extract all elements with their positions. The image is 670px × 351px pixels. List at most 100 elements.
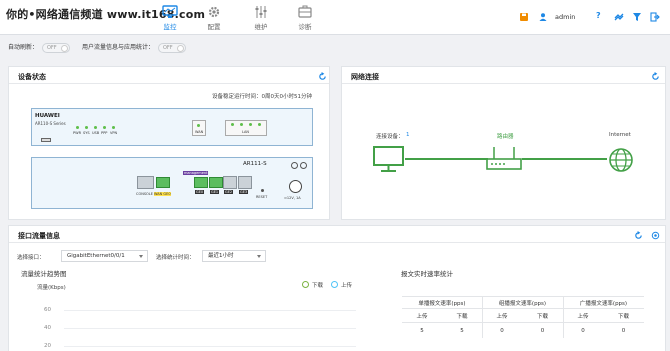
model-label: AR111-S	[243, 161, 267, 167]
router-label: 路由器	[497, 134, 514, 140]
led-usb	[94, 126, 97, 129]
led-pwr	[76, 126, 79, 129]
legend-download-marker[interactable]	[302, 281, 309, 288]
ge2-port-label: GE2	[224, 190, 234, 194]
network-connection-panel: 网络连接 连接设备： 1 路由器 Internet	[341, 66, 666, 220]
ge0-port[interactable]	[194, 177, 208, 188]
multicast-up-value: 0	[500, 328, 504, 334]
ytick-20: 20	[44, 343, 51, 349]
uptime-text: 设备稳定运行时间：0周0天0小时51分钟	[212, 94, 312, 100]
ge3-port[interactable]	[238, 176, 252, 189]
refresh-settings-icon[interactable]	[614, 12, 624, 22]
broadcast-up-value: 0	[581, 328, 585, 334]
realtime-divider	[402, 322, 644, 323]
ge1-port[interactable]	[209, 177, 223, 188]
led-lan-0	[231, 123, 234, 126]
connected-devices-label: 连接设备：	[376, 134, 404, 140]
interface-traffic-panel: 接口流量信息 选择接口： GigabitEthernet0/0/1 选择统计时间…	[8, 225, 666, 351]
tab-config-label: 配置	[207, 23, 221, 31]
globe-icon[interactable]	[607, 146, 635, 174]
help-icon[interactable]: ?	[596, 11, 601, 20]
device-status-panel: 设备状态 设备稳定运行时间：0周0天0小时51分钟 HUAWEI AR110-S…	[8, 66, 330, 220]
broadcast-header: 广播报文速率(pps)	[579, 301, 628, 307]
sliders-icon	[255, 6, 267, 18]
user-icon	[539, 13, 547, 21]
computer-icon[interactable]	[372, 145, 405, 173]
auto-refresh-label: 自动刷新：	[8, 44, 39, 51]
ground-screw-1	[291, 162, 298, 169]
ytick-40: 40	[44, 325, 51, 331]
traffic-stats-toggle[interactable]: OFF	[158, 43, 186, 53]
router-icon[interactable]	[486, 145, 522, 173]
wan-led-label: WAN	[195, 130, 204, 134]
power-label: ≈12V, 1A	[284, 196, 301, 200]
console-port-label: CONSOLE	[136, 192, 153, 196]
multicast-down-value: 0	[540, 328, 545, 334]
toolbox-icon	[298, 5, 312, 18]
legend-upload-label[interactable]: 上传	[341, 281, 352, 289]
refresh-icon[interactable]	[318, 72, 327, 81]
logout-icon[interactable]	[650, 12, 660, 22]
auto-refresh-toggle[interactable]: OFF	[42, 43, 70, 53]
realtime-divider	[402, 296, 644, 297]
led-wan	[197, 124, 200, 127]
gear-icon	[208, 6, 220, 18]
ge0-port-label: GE0	[195, 190, 205, 194]
tab-diagnose-label: 诊断	[298, 23, 312, 31]
broadcast-down-header: 下载	[617, 314, 629, 320]
led-ppp	[103, 126, 106, 129]
iface-select-label: 选择接口：	[17, 255, 45, 261]
realtime-divider	[402, 308, 644, 309]
gridline	[64, 310, 356, 311]
led-vpn	[112, 126, 115, 129]
ge2-port[interactable]	[223, 176, 237, 189]
refresh-icon[interactable]	[634, 231, 643, 240]
tab-monitor[interactable]: 监控	[145, 0, 195, 35]
interface-traffic-title: 接口流量信息	[18, 232, 60, 240]
period-select[interactable]: 最近1小时	[202, 250, 266, 262]
chart-ylabel: 流量(Kbps)	[37, 285, 66, 291]
username[interactable]: admin	[555, 13, 575, 21]
chevron-down-icon	[257, 255, 261, 258]
iface-select-value: GigabitEthernet0/0/1	[67, 253, 125, 259]
management-label: management	[183, 171, 209, 175]
connected-devices-count[interactable]: 1	[406, 132, 410, 138]
monitor-icon	[162, 5, 178, 18]
multicast-down-header: 下载	[536, 314, 548, 320]
settings-icon[interactable]	[651, 231, 660, 240]
traffic-stats-label: 用户流量信息与应用统计：	[82, 44, 155, 51]
refresh-icon[interactable]	[651, 72, 660, 81]
unicast-down-value: 5	[460, 328, 464, 334]
router-rear-panel: AR111-S management CONSOLE WAN GE0 GE0 G…	[31, 157, 313, 209]
tab-monitor-label: 监控	[163, 23, 177, 31]
reset-hole	[261, 189, 264, 192]
wan-ge0-port[interactable]	[156, 177, 170, 188]
iface-select[interactable]: GigabitEthernet0/0/1	[61, 250, 148, 262]
series-label: AR110-S Series	[35, 121, 66, 126]
led-label-ppp: PPP	[101, 131, 108, 135]
legend-download-label[interactable]: 下载	[312, 281, 323, 289]
usb-port	[41, 138, 51, 142]
multicast-up-header: 上传	[496, 314, 508, 320]
led-label-usb: USB	[92, 131, 100, 135]
traffic-stats-state: OFF	[163, 45, 173, 51]
filter-icon[interactable]	[632, 12, 642, 22]
unicast-header: 单播报文速率(pps)	[418, 301, 466, 307]
led-sys	[85, 126, 88, 129]
save-icon[interactable]	[519, 12, 529, 22]
tab-maintain[interactable]: 维护	[236, 0, 286, 35]
legend-upload-marker[interactable]	[331, 281, 338, 288]
lan-led-label: LAN	[242, 130, 250, 134]
ge1-port-label: GE1	[210, 190, 220, 194]
console-port[interactable]	[137, 176, 154, 189]
top-bar: 你的•网络通信频道 www.it168.com 监控 配置 维护 诊断 admi…	[0, 0, 670, 35]
ge3-port-label: GE3	[239, 190, 249, 194]
router-front-panel: HUAWEI AR110-S Series PWR SYS USB PPP VP…	[31, 108, 313, 146]
ytick-60: 60	[44, 307, 51, 313]
tab-diagnose[interactable]: 诊断	[280, 0, 330, 35]
led-lan-3	[258, 123, 261, 126]
link-line-device	[405, 158, 488, 160]
unicast-up-header: 上传	[416, 314, 428, 320]
network-connection-title: 网络连接	[351, 73, 379, 81]
tab-config[interactable]: 配置	[189, 0, 239, 35]
